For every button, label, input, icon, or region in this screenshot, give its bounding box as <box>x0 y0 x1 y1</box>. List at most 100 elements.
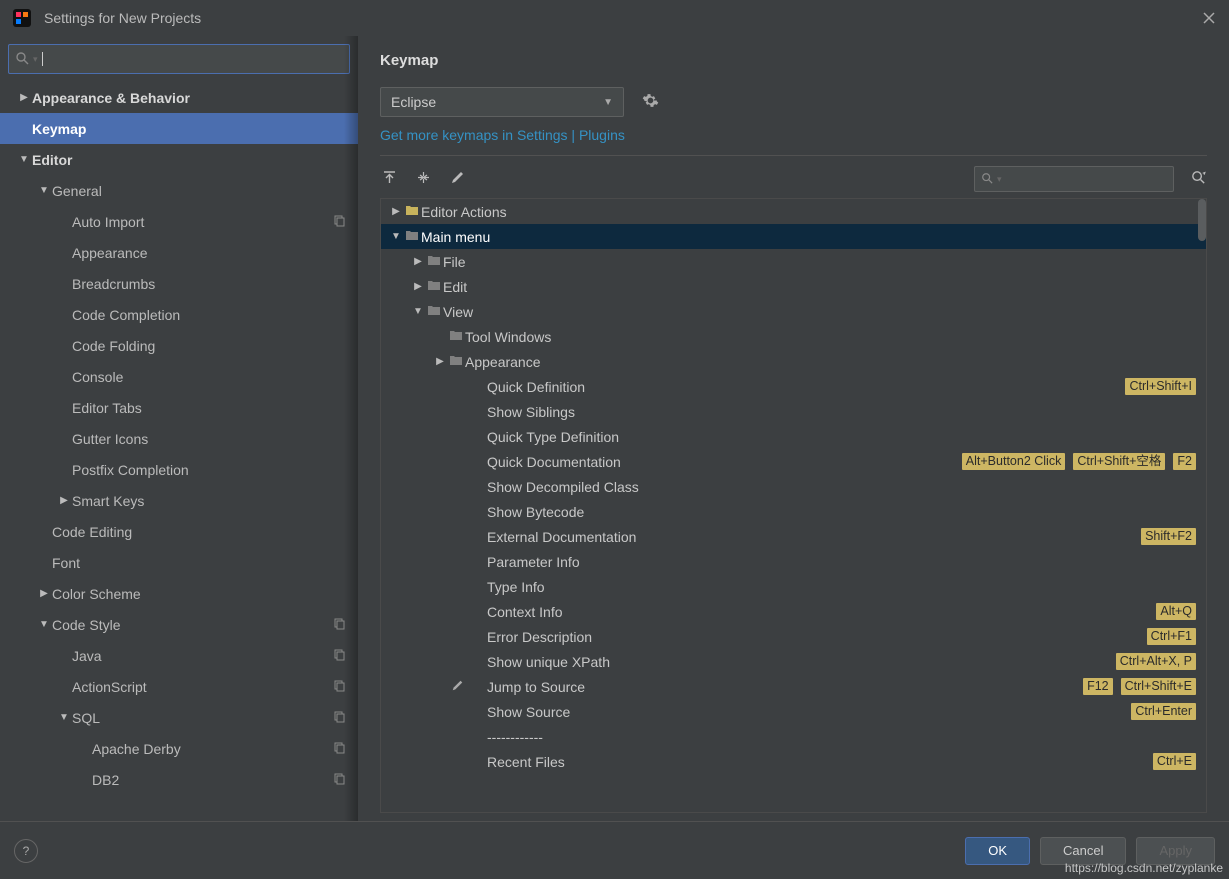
cancel-button[interactable]: Cancel <box>1040 837 1126 865</box>
chevron-down-icon: ▼ <box>36 185 52 196</box>
nav-item-code-style[interactable]: ▼Code Style <box>0 609 358 640</box>
shortcut-badge: Ctrl+Shift+E <box>1121 678 1196 695</box>
action-show-siblings[interactable]: Show Siblings <box>381 399 1206 424</box>
edit-icon[interactable] <box>448 170 466 188</box>
nav-item-color-scheme[interactable]: ▶Color Scheme <box>0 578 358 609</box>
nav-item-smart-keys[interactable]: ▶Smart Keys <box>0 485 358 516</box>
action-type-info[interactable]: Type Info <box>381 574 1206 599</box>
nav-item-breadcrumbs[interactable]: Breadcrumbs <box>0 268 358 299</box>
action-context-info[interactable]: Context InfoAlt+Q <box>381 599 1206 624</box>
close-icon[interactable] <box>1201 10 1217 26</box>
chevron-down-icon: ▼ <box>36 619 52 630</box>
nav-item-keymap[interactable]: Keymap <box>0 113 358 144</box>
action-error-description[interactable]: Error DescriptionCtrl+F1 <box>381 624 1206 649</box>
action-show-decompiled-class[interactable]: Show Decompiled Class <box>381 474 1206 499</box>
shortcut-badge: Ctrl+F1 <box>1147 628 1196 645</box>
shortcut-list: Ctrl+Shift+I <box>1125 378 1196 395</box>
keymap-scheme-value: Eclipse <box>391 94 603 110</box>
nav-item-sql[interactable]: ▼SQL <box>0 702 358 733</box>
chevron-right-icon: ▶ <box>433 356 447 367</box>
action-edit[interactable]: ▶Edit <box>381 274 1206 299</box>
nav-item-appearance-behavior[interactable]: ▶Appearance & Behavior <box>0 82 358 113</box>
chevron-down-icon: ▼ <box>411 306 425 317</box>
scrollbar-thumb[interactable] <box>1198 199 1206 241</box>
action-quick-documentation[interactable]: Quick DocumentationAlt+Button2 ClickCtrl… <box>381 449 1206 474</box>
action-tool-windows[interactable]: Tool Windows <box>381 324 1206 349</box>
chevron-down-icon: ▼ <box>603 97 613 108</box>
find-action-by-shortcut-icon[interactable] <box>1190 169 1207 189</box>
settings-search-input[interactable] <box>43 52 343 67</box>
nav-item-general[interactable]: ▼General <box>0 175 358 206</box>
folder-icon <box>447 354 465 369</box>
action-label: Show unique XPath <box>487 654 1116 670</box>
chevron-right-icon: ▶ <box>36 588 52 599</box>
action-main-menu[interactable]: ▼Main menu <box>381 224 1206 249</box>
nav-item-label: Editor <box>32 152 346 168</box>
action-quick-definition[interactable]: Quick DefinitionCtrl+Shift+I <box>381 374 1206 399</box>
action-label: Context Info <box>487 604 1156 620</box>
nav-item-gutter-icons[interactable]: Gutter Icons <box>0 423 358 454</box>
nav-item-label: Console <box>72 369 346 385</box>
nav-item-db2[interactable]: DB2 <box>0 764 358 795</box>
shortcut-badge: Shift+F2 <box>1141 528 1196 545</box>
nav-item-code-folding[interactable]: Code Folding <box>0 330 358 361</box>
nav-item-console[interactable]: Console <box>0 361 358 392</box>
action-search[interactable]: ▾ <box>974 166 1174 192</box>
shortcut-badge: Ctrl+Shift+I <box>1125 378 1196 395</box>
action-external-documentation[interactable]: External DocumentationShift+F2 <box>381 524 1206 549</box>
action-label: Recent Files <box>487 754 1153 770</box>
nav-item-code-editing[interactable]: Code Editing <box>0 516 358 547</box>
shortcut-list: Alt+Button2 ClickCtrl+Shift+空格F2 <box>962 453 1196 470</box>
nav-item-label: SQL <box>72 710 333 726</box>
action-parameter-info[interactable]: Parameter Info <box>381 549 1206 574</box>
expand-all-icon[interactable] <box>380 170 398 188</box>
action-appearance[interactable]: ▶Appearance <box>381 349 1206 374</box>
chevron-right-icon: ▶ <box>56 495 72 506</box>
app-icon <box>12 8 32 28</box>
nav-item-auto-import[interactable]: Auto Import <box>0 206 358 237</box>
help-button[interactable]: ? <box>14 839 38 863</box>
action--[interactable]: ------------ <box>381 724 1206 749</box>
action-label: Quick Documentation <box>487 454 962 470</box>
nav-item-postfix-completion[interactable]: Postfix Completion <box>0 454 358 485</box>
action-jump-to-source[interactable]: Jump to SourceF12Ctrl+Shift+E <box>381 674 1206 699</box>
action-show-bytecode[interactable]: Show Bytecode <box>381 499 1206 524</box>
settings-tree[interactable]: ▶Appearance & BehaviorKeymap▼Editor▼Gene… <box>0 82 358 821</box>
chevron-down-icon: ▼ <box>389 231 403 242</box>
action-recent-files[interactable]: Recent FilesCtrl+E <box>381 749 1206 774</box>
nav-item-code-completion[interactable]: Code Completion <box>0 299 358 330</box>
settings-nav-panel: ▾ ▶Appearance & BehaviorKeymap▼Editor▼Ge… <box>0 36 358 821</box>
copy-icon <box>333 772 346 788</box>
action-label: Show Siblings <box>487 404 1196 420</box>
action-file[interactable]: ▶File <box>381 249 1206 274</box>
settings-search[interactable]: ▾ <box>8 44 350 74</box>
action-tree[interactable]: ▶Editor Actions▼Main menu▶File▶Edit▼View… <box>380 198 1207 813</box>
ok-button[interactable]: OK <box>965 837 1030 865</box>
get-more-keymaps-link[interactable]: Get more keymaps in Settings | Plugins <box>380 127 625 143</box>
collapse-all-icon[interactable] <box>414 170 432 188</box>
action-view[interactable]: ▼View <box>381 299 1206 324</box>
action-label: Editor Actions <box>421 204 1196 220</box>
shortcut-badge: F12 <box>1083 678 1113 695</box>
nav-item-label: Editor Tabs <box>72 400 346 416</box>
nav-item-appearance[interactable]: Appearance <box>0 237 358 268</box>
shortcut-badge: Ctrl+Enter <box>1131 703 1196 720</box>
nav-item-java[interactable]: Java <box>0 640 358 671</box>
action-editor-actions[interactable]: ▶Editor Actions <box>381 199 1206 224</box>
nav-item-apache-derby[interactable]: Apache Derby <box>0 733 358 764</box>
nav-item-editor[interactable]: ▼Editor <box>0 144 358 175</box>
action-label: Quick Type Definition <box>487 429 1196 445</box>
titlebar: Settings for New Projects <box>0 0 1229 36</box>
action-label: Quick Definition <box>487 379 1125 395</box>
nav-item-editor-tabs[interactable]: Editor Tabs <box>0 392 358 423</box>
gear-icon[interactable] <box>642 92 659 112</box>
action-quick-type-definition[interactable]: Quick Type Definition <box>381 424 1206 449</box>
nav-item-actionscript[interactable]: ActionScript <box>0 671 358 702</box>
keymap-scheme-dropdown[interactable]: Eclipse ▼ <box>380 87 624 117</box>
nav-item-font[interactable]: Font <box>0 547 358 578</box>
action-show-source[interactable]: Show SourceCtrl+Enter <box>381 699 1206 724</box>
chevron-down-icon: ▼ <box>56 712 72 723</box>
action-show-unique-xpath[interactable]: Show unique XPathCtrl+Alt+X, P <box>381 649 1206 674</box>
apply-button[interactable]: Apply <box>1136 837 1215 865</box>
copy-icon <box>333 648 346 664</box>
